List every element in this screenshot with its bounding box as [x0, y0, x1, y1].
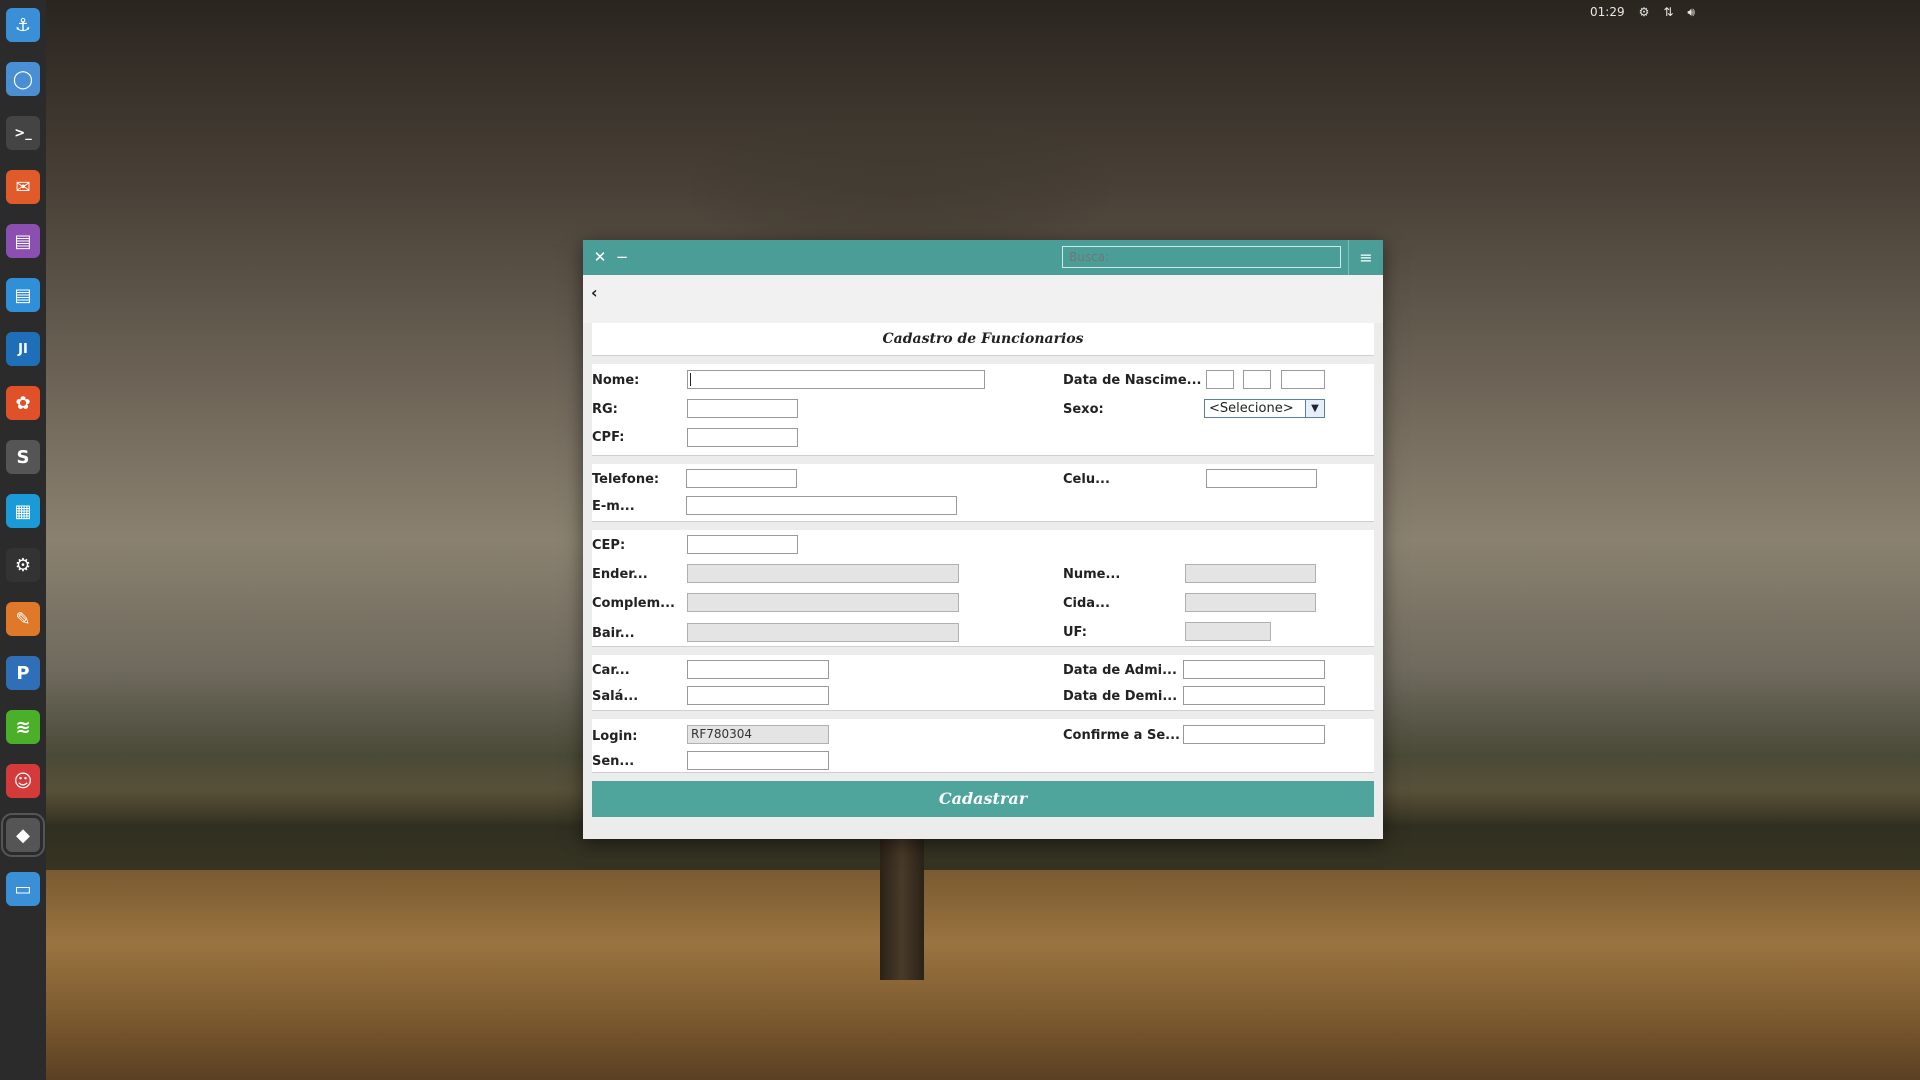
admissao-label: Data de Admi...: [1063, 663, 1177, 678]
rg-input[interactable]: [687, 399, 798, 418]
system-tray: 01:29 ⚙ ⇅ 🔊︎: [1590, 4, 1695, 20]
sexo-select[interactable]: <Selecione> ▼: [1204, 399, 1325, 418]
spotify-icon[interactable]: ≋: [6, 710, 40, 744]
cidade-input[interactable]: [1185, 593, 1316, 612]
cpf-input[interactable]: [687, 428, 798, 447]
nascimento-label: Data de Nascime...: [1063, 373, 1202, 388]
minimize-icon[interactable]: −: [613, 248, 631, 266]
account-section: Login: RF780304 Sen... Confirme a Se...: [592, 719, 1374, 773]
celular-label: Celu...: [1063, 472, 1110, 487]
job-section: Car... Salá... Data de Admi... Data de D…: [592, 655, 1374, 711]
background-tree-crown: [690, 110, 1110, 260]
monitor-icon[interactable]: ▦: [6, 494, 40, 528]
terminal-icon[interactable]: >_: [6, 116, 40, 150]
search-input[interactable]: [1062, 246, 1341, 268]
xampp-icon[interactable]: ✿: [6, 386, 40, 420]
java-app-icon[interactable]: ◆: [1, 813, 45, 857]
nome-label: Nome:: [592, 373, 640, 388]
gimp-icon[interactable]: ✎: [6, 602, 40, 636]
nascimento-month-input[interactable]: [1243, 370, 1271, 389]
background-field: [46, 870, 1920, 1080]
complemento-input[interactable]: [687, 593, 959, 612]
email-label: E-m...: [592, 499, 635, 514]
login-label: Login:: [592, 729, 638, 744]
form-title: Cadastro de Funcionarios: [592, 323, 1374, 356]
game-icon[interactable]: ☺: [6, 764, 40, 798]
endereco-label: Ender...: [592, 567, 648, 582]
network-arrows-icon[interactable]: ⇅: [1663, 5, 1673, 19]
personal-section: Nome: RG: CPF: Data de Nascime... Sexo: …: [592, 364, 1374, 456]
senha-label: Sen...: [592, 754, 635, 769]
cargo-label: Car...: [592, 663, 630, 678]
pycharm-icon[interactable]: P: [6, 656, 40, 690]
cidade-label: Cida...: [1063, 596, 1110, 611]
complemento-label: Complem...: [592, 596, 675, 611]
close-icon[interactable]: ✕: [591, 248, 609, 266]
application-dock: ⚓ ◯ >_ ✉ ▤ ▤ JI ✿ S ▦ ⚙ ✎ P ≋ ☺ ◆ ▭: [0, 0, 46, 1080]
salario-input[interactable]: [687, 686, 829, 705]
anchor-icon[interactable]: ⚓: [6, 8, 40, 42]
employee-registration-window: ✕ − ≡ ‹ Cadastro de Funcionarios Nome: R…: [583, 240, 1383, 839]
demissao-input[interactable]: [1183, 686, 1325, 705]
demissao-label: Data de Demi...: [1063, 689, 1178, 704]
confirme-senha-input[interactable]: [1183, 725, 1325, 744]
numero-input[interactable]: [1185, 564, 1316, 583]
telefone-label: Telefone:: [592, 472, 660, 487]
cargo-input[interactable]: [687, 660, 829, 679]
address-section: CEP: Ender... Complem... Bair... Nume...…: [592, 530, 1374, 647]
sublime-icon[interactable]: S: [6, 440, 40, 474]
bairro-input[interactable]: [687, 623, 959, 642]
chevron-down-icon[interactable]: ▼: [1305, 400, 1324, 417]
cep-input[interactable]: [687, 535, 798, 554]
cpf-label: CPF:: [592, 430, 625, 445]
telefone-input[interactable]: [686, 469, 797, 488]
gear-icon[interactable]: ⚙: [1639, 5, 1650, 19]
window-titlebar: ✕ − ≡: [583, 240, 1383, 275]
nascimento-year-input[interactable]: [1281, 370, 1325, 389]
bairro-label: Bair...: [592, 626, 635, 641]
mail-icon[interactable]: ✉: [6, 170, 40, 204]
sexo-selected-value: <Selecione>: [1209, 401, 1294, 416]
sexo-label: Sexo:: [1063, 402, 1104, 417]
window-icon[interactable]: ▭: [6, 872, 40, 906]
volume-icon[interactable]: 🔊︎: [1687, 5, 1695, 20]
contact-section: Telefone: E-m... Celu...: [592, 464, 1374, 522]
uf-input[interactable]: [1185, 622, 1271, 641]
senha-input[interactable]: [687, 751, 829, 770]
browser-icon[interactable]: ◯: [6, 62, 40, 96]
celular-input[interactable]: [1206, 469, 1317, 488]
numero-label: Nume...: [1063, 567, 1121, 582]
menu-icon[interactable]: ≡: [1348, 240, 1383, 275]
email-input[interactable]: [686, 496, 957, 515]
admissao-input[interactable]: [1183, 660, 1325, 679]
document-icon[interactable]: ▤: [6, 224, 40, 258]
cadastrar-button[interactable]: Cadastrar: [592, 781, 1374, 817]
navigation-row: ‹: [583, 275, 1383, 323]
login-input[interactable]: RF780304: [687, 725, 829, 744]
back-arrow-icon[interactable]: ‹: [591, 283, 598, 302]
nome-input[interactable]: [687, 370, 985, 389]
rg-label: RG:: [592, 402, 618, 417]
nascimento-day-input[interactable]: [1206, 370, 1234, 389]
steam-icon[interactable]: ⚙: [6, 548, 40, 582]
confirme-senha-label: Confirme a Se...: [1063, 728, 1180, 743]
cep-label: CEP:: [592, 538, 626, 553]
notes-icon[interactable]: ▤: [6, 278, 40, 312]
clock: 01:29: [1590, 5, 1625, 19]
intellij-icon[interactable]: JI: [6, 332, 40, 366]
salario-label: Salá...: [592, 689, 639, 704]
uf-label: UF:: [1063, 625, 1087, 640]
endereco-input[interactable]: [687, 564, 959, 583]
